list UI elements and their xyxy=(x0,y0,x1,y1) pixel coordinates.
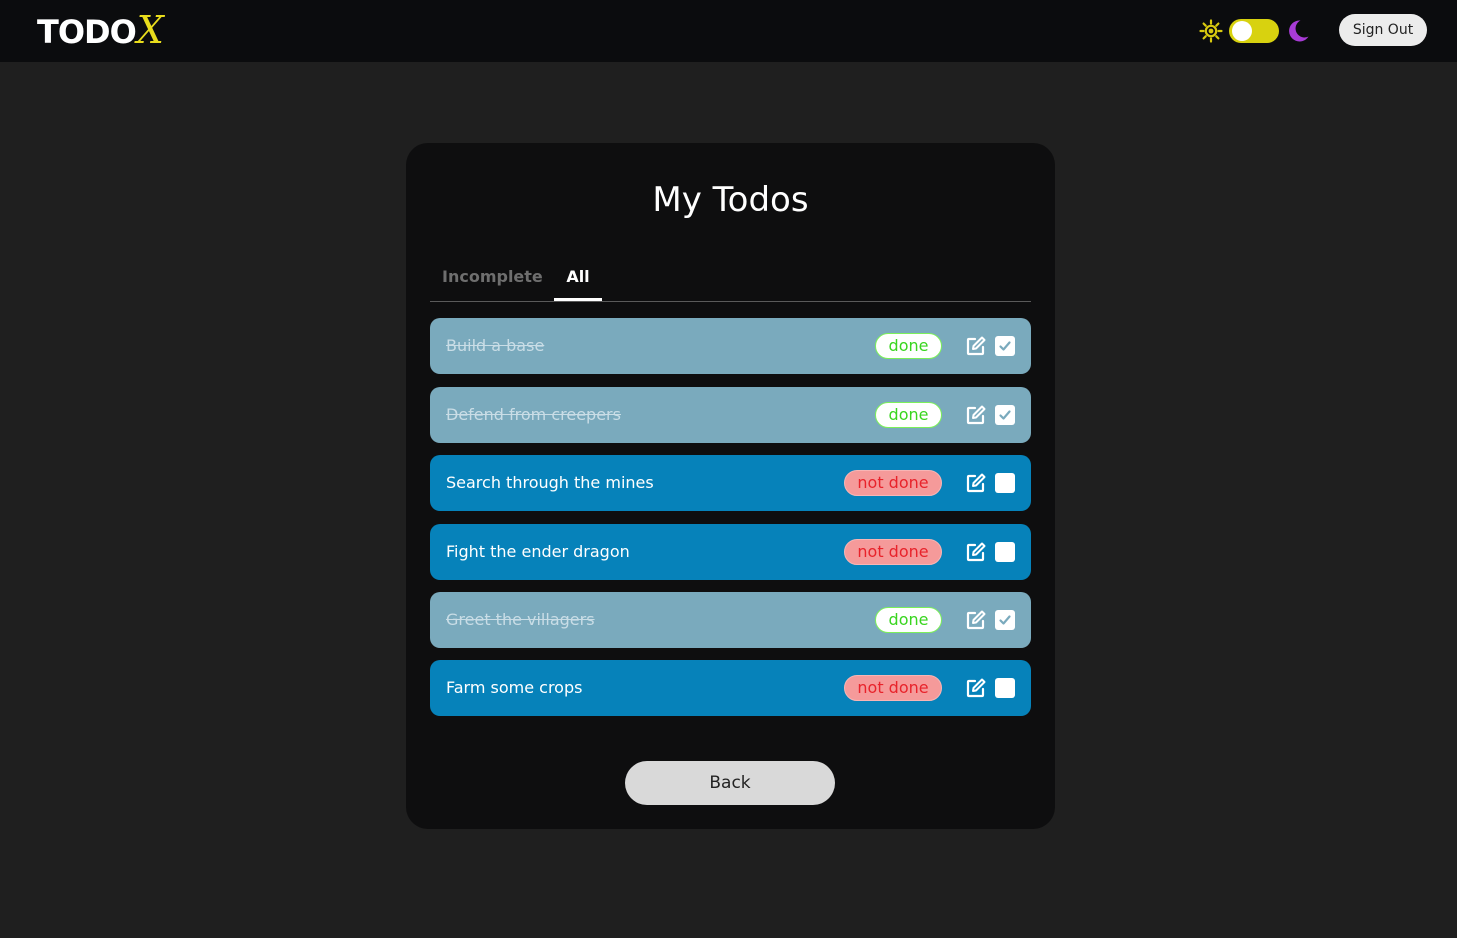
todo-item: Build a base done xyxy=(430,318,1031,374)
todo-checkbox[interactable] xyxy=(995,678,1015,698)
sign-out-button[interactable]: Sign Out xyxy=(1339,14,1427,46)
todo-checkbox[interactable] xyxy=(995,610,1015,630)
page-title: My Todos xyxy=(652,180,809,220)
checkmark-icon xyxy=(999,410,1011,420)
todo-checkbox[interactable] xyxy=(995,473,1015,493)
theme-toggle-track[interactable] xyxy=(1229,19,1279,43)
todo-text: Search through the mines xyxy=(446,473,654,492)
todo-item: Fight the ender dragon not done xyxy=(430,524,1031,580)
status-badge: not done xyxy=(844,675,942,701)
todo-checkbox[interactable] xyxy=(995,405,1015,425)
filter-tabs: Incomplete All xyxy=(430,255,1031,302)
edit-icon[interactable] xyxy=(965,609,987,631)
logo-text: TODO xyxy=(37,13,137,51)
todo-item: Greet the villagers done xyxy=(430,592,1031,648)
todo-checkbox[interactable] xyxy=(995,542,1015,562)
checkmark-icon xyxy=(999,615,1011,625)
logo-x: X xyxy=(136,8,164,52)
status-badge: not done xyxy=(844,470,942,496)
todo-item: Search through the mines not done xyxy=(430,455,1031,511)
back-button[interactable]: Back xyxy=(625,761,835,805)
todo-text: Defend from creepers xyxy=(446,405,621,424)
tab-incomplete[interactable]: Incomplete xyxy=(442,255,543,301)
edit-icon[interactable] xyxy=(965,404,987,426)
edit-icon[interactable] xyxy=(965,472,987,494)
theme-toggle-knob[interactable] xyxy=(1232,21,1252,41)
theme-toggle[interactable] xyxy=(1199,17,1311,45)
sun-icon xyxy=(1199,19,1223,43)
app-logo[interactable]: TODO X xyxy=(37,8,164,52)
edit-icon[interactable] xyxy=(965,677,987,699)
moon-icon xyxy=(1289,20,1309,42)
status-badge: not done xyxy=(844,539,942,565)
status-badge: done xyxy=(875,333,942,359)
edit-icon[interactable] xyxy=(965,541,987,563)
todo-text: Greet the villagers xyxy=(446,610,595,629)
todo-checkbox[interactable] xyxy=(995,336,1015,356)
todo-text: Build a base xyxy=(446,336,545,355)
edit-icon[interactable] xyxy=(965,335,987,357)
status-badge: done xyxy=(875,402,942,428)
top-navbar: TODO X Sign Out xyxy=(0,0,1457,62)
tab-all[interactable]: All xyxy=(554,255,602,301)
todo-item: Defend from creepers done xyxy=(430,387,1031,443)
todo-item: Farm some crops not done xyxy=(430,660,1031,716)
status-badge: done xyxy=(875,607,942,633)
todo-text: Fight the ender dragon xyxy=(446,542,630,561)
todo-text: Farm some crops xyxy=(446,678,583,697)
checkmark-icon xyxy=(999,341,1011,351)
